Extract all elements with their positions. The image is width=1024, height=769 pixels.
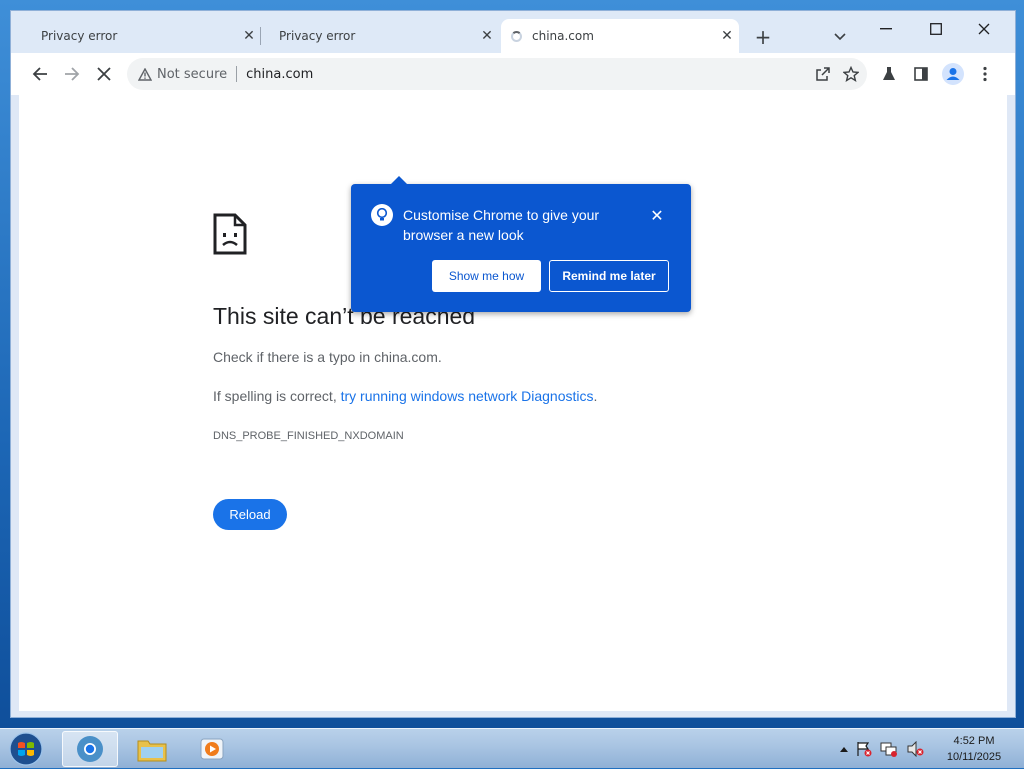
diagnostics-suggestion: If spelling is correct, try running wind… bbox=[213, 388, 597, 404]
diagnostics-prefix: If spelling is correct, bbox=[213, 388, 341, 404]
tab-privacy-error-1[interactable]: Privacy error ✕ bbox=[23, 19, 261, 53]
back-arrow-icon[interactable] bbox=[26, 60, 54, 88]
more-menu-icon[interactable] bbox=[971, 60, 999, 88]
typo-suggestion: Check if there is a typo in china.com. bbox=[213, 349, 442, 365]
clock-time: 4:52 PM bbox=[953, 735, 995, 747]
tab-close-icon[interactable]: ✕ bbox=[715, 28, 739, 44]
volume-muted-icon[interactable] bbox=[906, 741, 924, 757]
lightbulb-icon bbox=[371, 204, 393, 226]
tab-china-com[interactable]: china.com ✕ bbox=[501, 19, 739, 53]
system-clock[interactable]: 4:52 PM 10/11/2025 bbox=[938, 733, 1010, 765]
labs-flask-icon[interactable] bbox=[875, 60, 903, 88]
loading-spinner-icon bbox=[511, 30, 522, 42]
address-bar[interactable]: Not secure china.com bbox=[127, 58, 867, 90]
remind-me-later-button[interactable]: Remind me later bbox=[549, 260, 669, 292]
taskbar: 4:52 PM 10/11/2025 bbox=[0, 728, 1024, 768]
show-me-how-button[interactable]: Show me how bbox=[432, 260, 541, 292]
new-tab-button[interactable]: + bbox=[749, 23, 777, 51]
bookmark-star-icon[interactable] bbox=[839, 62, 863, 86]
taskbar-chrome-icon[interactable] bbox=[62, 731, 118, 767]
tab-close-icon[interactable]: ✕ bbox=[475, 28, 499, 44]
clock-date: 10/11/2025 bbox=[946, 751, 1002, 763]
tab-title: Privacy error bbox=[279, 29, 356, 43]
diagnostics-suffix: . bbox=[593, 388, 598, 404]
minimize-button[interactable] bbox=[863, 15, 909, 43]
promo-text: Customise Chrome to give your browser a … bbox=[403, 207, 600, 243]
browser-toolbar: Not secure china.com bbox=[11, 53, 1015, 95]
address-bar-actions bbox=[811, 58, 867, 90]
reload-button[interactable]: Reload bbox=[213, 499, 287, 530]
tab-search-chevron-down-icon[interactable] bbox=[826, 24, 854, 50]
promo-close-icon[interactable]: ✕ bbox=[647, 206, 667, 226]
maximize-button[interactable] bbox=[913, 15, 959, 43]
stop-loading-icon[interactable] bbox=[90, 60, 118, 88]
tab-title: Privacy error bbox=[41, 29, 118, 43]
taskbar-media-player-icon[interactable] bbox=[184, 731, 240, 767]
sad-page-icon bbox=[213, 213, 247, 259]
url-text[interactable]: china.com bbox=[246, 67, 313, 82]
error-code: DNS_PROBE_FINISHED_NXDOMAIN bbox=[213, 430, 404, 442]
network-icon[interactable] bbox=[880, 741, 898, 757]
share-icon[interactable] bbox=[811, 62, 835, 86]
system-tray bbox=[840, 729, 932, 769]
tab-close-icon[interactable]: ✕ bbox=[237, 28, 261, 44]
address-divider bbox=[236, 66, 238, 82]
page-content: This site can’t be reached Check if ther… bbox=[19, 95, 1007, 711]
tab-strip: Privacy error ✕ Privacy error ✕ china.co… bbox=[11, 11, 1015, 53]
start-button[interactable] bbox=[6, 731, 46, 767]
promo-arrow bbox=[391, 176, 407, 184]
diagnostics-link[interactable]: try running windows network Diagnostics bbox=[341, 388, 594, 404]
browser-window: Privacy error ✕ Privacy error ✕ china.co… bbox=[10, 10, 1016, 718]
close-window-button[interactable] bbox=[961, 15, 1007, 43]
taskbar-folder-icon[interactable] bbox=[124, 731, 180, 767]
side-panel-icon[interactable] bbox=[907, 60, 935, 88]
tab-title: china.com bbox=[532, 29, 594, 43]
action-center-flag-icon[interactable] bbox=[856, 741, 872, 757]
warning-triangle-icon[interactable] bbox=[137, 66, 153, 82]
tab-privacy-error-2[interactable]: Privacy error ✕ bbox=[261, 19, 499, 53]
tray-expand-icon[interactable] bbox=[840, 746, 848, 752]
not-secure-label[interactable]: Not secure bbox=[157, 67, 227, 82]
profile-avatar[interactable] bbox=[939, 60, 967, 88]
customize-chrome-promo: Customise Chrome to give your browser a … bbox=[351, 176, 691, 312]
forward-arrow-icon[interactable] bbox=[58, 60, 86, 88]
